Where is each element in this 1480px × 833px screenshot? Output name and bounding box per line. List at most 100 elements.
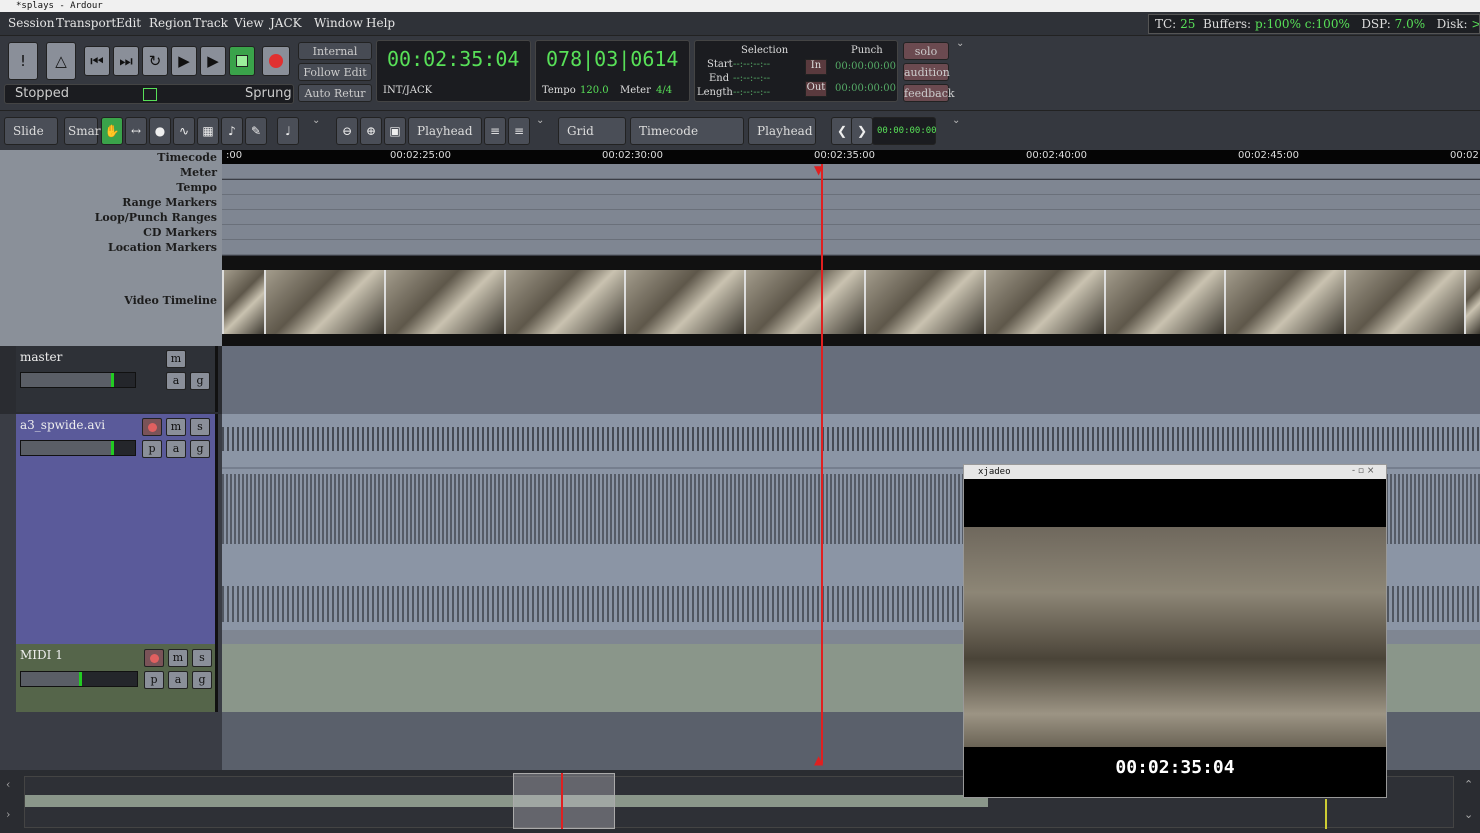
gain-fader[interactable] <box>20 372 136 388</box>
internal-button[interactable]: Internal <box>298 42 372 60</box>
zoom-focus-select[interactable]: Playhead <box>408 117 482 145</box>
track-header-audio[interactable]: a3_spwide.avi m s p a g <box>16 414 218 644</box>
play-range-icon[interactable]: ▶ <box>171 46 197 76</box>
video-timeline[interactable] <box>222 256 1480 346</box>
note-tool-icon[interactable]: ♩ <box>277 117 299 145</box>
xjadeo-title[interactable]: xjadeo <box>964 465 1386 479</box>
zoom-fit-icon[interactable]: ▣ <box>384 117 406 145</box>
window-minimize-icon[interactable]: - ▫ × <box>1352 466 1374 476</box>
scroll-left-icon[interactable]: › <box>6 808 10 821</box>
solo-button[interactable]: s <box>192 649 212 667</box>
toolbar-chevron-icon[interactable]: ⌄ <box>312 115 320 126</box>
goto-end-icon[interactable]: ⏭ <box>113 46 139 76</box>
playlist-button[interactable]: p <box>142 440 162 458</box>
menu-window[interactable]: Window <box>314 16 363 30</box>
menu-session[interactable]: Session <box>8 16 54 30</box>
mute-button[interactable]: m <box>168 649 188 667</box>
goto-start-icon[interactable]: ⏮ <box>84 46 110 76</box>
record-icon[interactable] <box>262 46 290 76</box>
selection-length[interactable]: --:--:--:-- <box>733 87 770 98</box>
track-name[interactable]: MIDI 1 <box>20 648 63 662</box>
automation-button[interactable]: a <box>166 440 186 458</box>
group-button[interactable]: g <box>190 440 210 458</box>
scroll-down-icon[interactable]: ⌄ <box>1464 808 1473 821</box>
audition-tool-icon[interactable]: ♪ <box>221 117 243 145</box>
record-arm-icon[interactable] <box>142 418 162 436</box>
loop-icon[interactable]: ↻ <box>142 46 168 76</box>
record-arm-icon[interactable] <box>144 649 164 667</box>
auto-return-button[interactable]: Auto Retur <box>298 84 372 102</box>
scroll-left-icon[interactable]: ‹ <box>6 778 10 791</box>
automation-button[interactable]: a <box>168 671 188 689</box>
master-lane[interactable] <box>222 346 1480 414</box>
menu-jack[interactable]: JACK <box>270 16 302 30</box>
menu-view[interactable]: View <box>234 16 264 30</box>
loop-punch-ruler[interactable] <box>222 210 1480 225</box>
shrink-tracks-icon[interactable]: ≡ <box>484 117 506 145</box>
smart-mode-button[interactable]: Smart <box>64 117 105 145</box>
cut-tool-icon[interactable]: ● <box>149 117 171 145</box>
playhead-bottom-icon[interactable]: ▲ <box>814 754 823 766</box>
audition-button[interactable]: audition <box>903 63 950 81</box>
track-name[interactable]: a3_spwide.avi <box>20 418 105 432</box>
feedback-button[interactable]: feedback <box>903 84 955 102</box>
mute-button[interactable]: m <box>166 350 186 368</box>
metronome-icon[interactable]: △ <box>46 42 76 80</box>
nudge-clock[interactable]: 00:00:00:00 <box>872 117 937 145</box>
expand-tracks-icon[interactable]: ≡ <box>508 117 530 145</box>
track-header-midi[interactable]: MIDI 1 m s p a g <box>16 644 218 712</box>
punch-out-button[interactable]: Out <box>805 81 827 97</box>
edit-point-select[interactable]: Playhead <box>748 117 816 145</box>
zoom-chevron-icon[interactable]: ⌄ <box>536 115 544 126</box>
primary-clock[interactable]: 00:02:35:04 INT/JACK <box>376 40 531 102</box>
shuttle-box-icon[interactable] <box>143 88 157 101</box>
edit-mode-select[interactable]: Slide <box>4 117 58 145</box>
solo-button[interactable]: s <box>190 418 210 436</box>
timefx-tool-icon[interactable]: ▦ <box>197 117 219 145</box>
group-button[interactable]: g <box>192 671 212 689</box>
tempo-ruler[interactable] <box>222 180 1480 195</box>
automation-button[interactable]: a <box>166 372 186 390</box>
group-button[interactable]: g <box>190 372 210 390</box>
track-header-master[interactable]: master m a g <box>16 346 218 412</box>
selection-start[interactable]: --:--:--:-- <box>733 59 770 70</box>
menu-track[interactable]: Track <box>193 16 228 30</box>
zoom-out-icon[interactable]: ⊖ <box>336 117 358 145</box>
transport-chevron-icon[interactable]: ⌄ <box>956 38 964 49</box>
grid-units-select[interactable]: Timecode Frames <box>630 117 744 164</box>
playhead-top-icon[interactable]: ▼ <box>814 164 823 176</box>
playhead[interactable] <box>821 164 823 764</box>
stop-icon[interactable] <box>229 46 255 76</box>
nudge-forward-icon[interactable]: ❯ <box>851 117 873 145</box>
scroll-up-icon[interactable]: ⌃ <box>1464 778 1473 791</box>
panic-icon[interactable]: ! <box>8 42 38 80</box>
zoom-in-icon[interactable]: ⊕ <box>360 117 382 145</box>
secondary-clock[interactable]: 078|03|0614 Tempo 120.0 Meter 4/4 <box>535 40 690 102</box>
nudge-back-icon[interactable]: ❮ <box>831 117 853 145</box>
gain-fader[interactable] <box>20 440 136 456</box>
range-markers-ruler[interactable] <box>222 195 1480 210</box>
grid-select[interactable]: Grid <box>558 117 626 145</box>
timecode-ruler[interactable]: :00 00:02:25:00 00:02:30:00 00:02:35:00 … <box>222 150 1480 164</box>
menu-edit[interactable]: Edit <box>116 16 141 30</box>
stretch-tool-icon[interactable]: ∿ <box>173 117 195 145</box>
gain-fader[interactable] <box>20 671 138 687</box>
selection-end[interactable]: --:--:--:-- <box>733 73 770 84</box>
grab-tool-icon[interactable]: ✋ <box>101 117 123 145</box>
punch-in-button[interactable]: In <box>805 59 827 75</box>
draw-tool-icon[interactable]: ✎ <box>245 117 267 145</box>
location-markers-ruler[interactable] <box>222 240 1480 255</box>
mute-button[interactable]: m <box>166 418 186 436</box>
summary-viewport[interactable] <box>513 773 615 829</box>
meter-ruler[interactable] <box>222 164 1480 179</box>
track-name[interactable]: master <box>20 350 62 364</box>
playlist-button[interactable]: p <box>144 671 164 689</box>
xjadeo-window[interactable]: xjadeo - ▫ × 00:02:35:04 <box>963 464 1387 798</box>
solo-button[interactable]: solo <box>903 42 949 60</box>
menu-help[interactable]: Help <box>366 16 395 30</box>
cd-markers-ruler[interactable] <box>222 225 1480 240</box>
range-tool-icon[interactable]: ↔ <box>125 117 147 145</box>
nudge-chevron-icon[interactable]: ⌄ <box>952 115 960 126</box>
follow-edits-button[interactable]: Follow Edit <box>298 63 372 81</box>
menu-region[interactable]: Region <box>149 16 192 30</box>
